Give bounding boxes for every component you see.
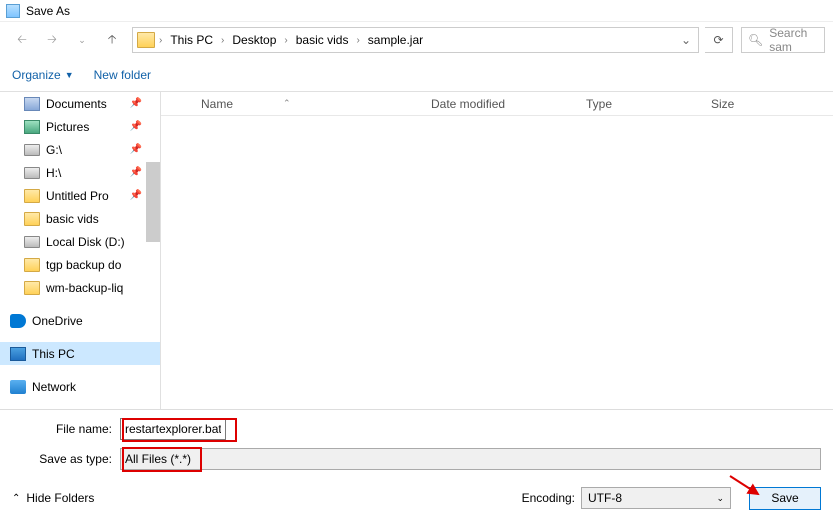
filename-label: File name:	[12, 422, 120, 436]
pin-icon: 📌	[130, 144, 142, 155]
filetype-select[interactable]: All Files (*.*)	[120, 448, 821, 470]
chevron-right-icon[interactable]: ›	[282, 35, 289, 46]
sidebar-item-wm[interactable]: wm-backup-liq	[0, 276, 160, 299]
sidebar-item-pictures[interactable]: Pictures 📌	[0, 115, 160, 138]
nav-sidebar: Documents 📌 Pictures 📌 G:\ 📌 H:\ 📌 Untit…	[0, 92, 160, 409]
sidebar-item-onedrive[interactable]: OneDrive	[0, 309, 160, 332]
hide-folders-toggle[interactable]: ⌃ Hide Folders	[12, 491, 94, 505]
chevron-up-icon: ⌃	[12, 493, 20, 504]
app-icon	[6, 4, 20, 18]
sidebar-item-tgp[interactable]: tgp backup do	[0, 253, 160, 276]
pin-icon: 📌	[130, 190, 142, 201]
pin-icon: 📌	[130, 98, 142, 109]
sidebar-item-untitled[interactable]: Untitled Pro 📌	[0, 184, 160, 207]
address-bar[interactable]: › This PC › Desktop › basic vids › sampl…	[132, 27, 699, 53]
column-type[interactable]: Type	[576, 97, 701, 111]
onedrive-icon	[10, 314, 26, 328]
window-title: Save As	[26, 4, 70, 18]
main-area: Documents 📌 Pictures 📌 G:\ 📌 H:\ 📌 Untit…	[0, 92, 833, 409]
sidebar-item-g-drive[interactable]: G:\ 📌	[0, 138, 160, 161]
folder-icon	[137, 32, 155, 48]
sidebar-item-local-disk[interactable]: Local Disk (D:)	[0, 230, 160, 253]
column-size[interactable]: Size	[701, 97, 744, 111]
search-input[interactable]: 🔍︎ Search sam	[741, 27, 825, 53]
filename-input[interactable]	[120, 418, 226, 440]
sidebar-item-network[interactable]: Network	[0, 375, 160, 398]
back-button[interactable]: 🡠	[8, 26, 36, 54]
network-icon	[10, 380, 26, 394]
sidebar-item-h-drive[interactable]: H:\ 📌	[0, 161, 160, 184]
chevron-right-icon[interactable]: ›	[354, 35, 361, 46]
new-folder-button[interactable]: New folder	[94, 68, 151, 82]
pictures-icon	[24, 120, 40, 134]
nav-bar: 🡠 🡢 ⌄ 🡡 › This PC › Desktop › basic vids…	[0, 22, 833, 58]
sidebar-item-documents[interactable]: Documents 📌	[0, 92, 160, 115]
save-button[interactable]: Save	[749, 487, 821, 510]
sidebar-scrollbar[interactable]	[146, 162, 160, 242]
forward-button[interactable]: 🡢	[38, 26, 66, 54]
address-dropdown[interactable]: ⌄	[676, 33, 696, 47]
chevron-down-icon: ▼	[65, 70, 74, 80]
up-button[interactable]: 🡡	[98, 26, 126, 54]
crumb-this-pc[interactable]: This PC	[164, 29, 219, 51]
drive-icon	[24, 144, 40, 156]
documents-icon	[24, 97, 40, 111]
filetype-label: Save as type:	[12, 452, 120, 466]
chevron-right-icon[interactable]: ›	[157, 35, 164, 46]
recent-dropdown[interactable]: ⌄	[68, 26, 96, 54]
column-date[interactable]: Date modified	[421, 97, 576, 111]
search-icon: 🔍︎	[748, 33, 763, 47]
search-placeholder: Search sam	[769, 26, 818, 54]
pin-icon: 📌	[130, 167, 142, 178]
footer: ⌃ Hide Folders Encoding: UTF-8 ⌄ Save	[0, 478, 833, 518]
drive-icon	[24, 236, 40, 248]
bottom-panel: File name: Save as type: All Files (*.*)	[0, 409, 833, 470]
chevron-down-icon: ⌄	[716, 493, 724, 504]
folder-icon	[24, 281, 40, 295]
sidebar-item-basic-vids[interactable]: basic vids	[0, 207, 160, 230]
file-list[interactable]: Name ⌃ Date modified Type Size	[160, 92, 833, 409]
chevron-right-icon[interactable]: ›	[219, 35, 226, 46]
pin-icon: 📌	[130, 121, 142, 132]
refresh-button[interactable]: ⟳	[705, 27, 733, 53]
folder-icon	[24, 212, 40, 226]
crumb-sample-jar[interactable]: sample.jar	[362, 29, 429, 51]
column-headers: Name ⌃ Date modified Type Size	[161, 92, 833, 116]
drive-icon	[24, 167, 40, 179]
column-name[interactable]: Name ⌃	[161, 97, 421, 111]
organize-menu[interactable]: Organize ▼	[12, 68, 74, 82]
encoding-label: Encoding:	[522, 491, 575, 505]
folder-icon	[24, 189, 40, 203]
crumb-desktop[interactable]: Desktop	[226, 29, 282, 51]
encoding-select[interactable]: UTF-8 ⌄	[581, 487, 731, 509]
title-bar: Save As	[0, 0, 833, 22]
pc-icon	[10, 347, 26, 361]
folder-icon	[24, 258, 40, 272]
sort-asc-icon: ⌃	[283, 98, 291, 109]
crumb-basic-vids[interactable]: basic vids	[290, 29, 355, 51]
sidebar-item-this-pc[interactable]: This PC	[0, 342, 160, 365]
toolbar: Organize ▼ New folder	[0, 58, 833, 92]
